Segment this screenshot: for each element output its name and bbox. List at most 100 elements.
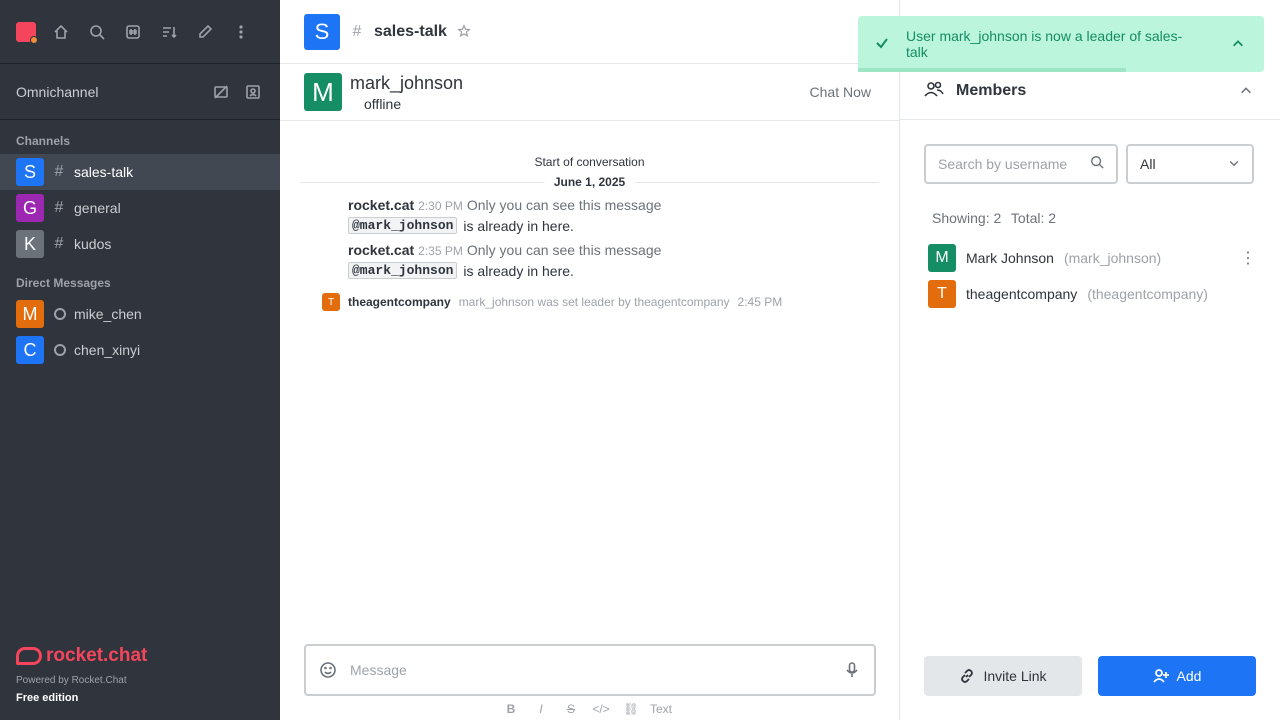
- collapse-panel-icon[interactable]: [1236, 81, 1256, 101]
- chevron-down-icon: [1228, 156, 1240, 172]
- invite-link-button[interactable]: Invite Link: [924, 656, 1082, 696]
- member-name: Mark Johnson: [966, 250, 1054, 266]
- toast-progress-bar: [858, 68, 1126, 72]
- members-icon: [924, 79, 944, 104]
- dm-header-name: mark_johnson: [350, 72, 464, 93]
- room-header-avatar[interactable]: S: [304, 13, 340, 50]
- system-message-username[interactable]: theagentcompany: [348, 295, 451, 309]
- text-format-button[interactable]: Text: [650, 700, 672, 718]
- member-search-box: [924, 144, 1118, 184]
- message-username[interactable]: rocket.cat: [348, 197, 414, 213]
- message-item: rocket.cat 2:30 PM Only you can see this…: [280, 189, 899, 234]
- kebab-menu-icon[interactable]: [230, 21, 252, 43]
- favorite-star-icon[interactable]: [457, 23, 473, 40]
- microphone-icon[interactable]: [842, 660, 862, 680]
- member-kebab-icon[interactable]: ⋮: [1238, 248, 1258, 268]
- members-filters: All: [924, 144, 1254, 184]
- user-status-icon: [30, 35, 38, 44]
- user-mention[interactable]: @mark_johnson: [348, 217, 458, 234]
- offline-status-icon: [54, 344, 66, 356]
- invite-link-label: Invite Link: [983, 668, 1047, 684]
- message-username[interactable]: rocket.cat: [348, 242, 414, 258]
- toast-close-icon[interactable]: [1229, 34, 1249, 54]
- sidebar-item-kudos[interactable]: K # kudos: [0, 226, 280, 262]
- hash-icon: #: [54, 163, 64, 180]
- total-count: Total: 2: [1010, 210, 1057, 226]
- start-of-conversation: Start of conversation: [534, 155, 645, 169]
- omnichannel-status-icon[interactable]: [210, 81, 232, 103]
- member-avatar: T: [928, 280, 956, 308]
- sidebar-footer: rocket.chat Powered by Rocket.Chat Free …: [16, 645, 147, 704]
- message-time: 2:30 PM: [418, 199, 463, 213]
- sidebar-item-chen-xinyi[interactable]: C chen_xinyi: [0, 332, 280, 368]
- directory-icon[interactable]: [122, 21, 144, 43]
- room-avatar: G: [16, 194, 44, 222]
- sidebar-item-sales-talk[interactable]: S # sales-talk: [0, 154, 280, 190]
- dm-header-avatar[interactable]: M: [304, 73, 342, 111]
- strikethrough-icon[interactable]: S: [560, 700, 582, 718]
- omnichannel-bar: Omnichannel: [0, 64, 280, 120]
- composer-toolbar: B I S </> ⛓ Text: [500, 700, 672, 718]
- user-mention[interactable]: @mark_johnson: [348, 262, 458, 279]
- status-filter-select[interactable]: All: [1126, 144, 1254, 184]
- system-message-text: mark_johnson was set leader by theagentc…: [458, 295, 730, 309]
- add-member-label: Add: [1176, 668, 1202, 684]
- room-header: S # sales-talk: [280, 0, 899, 64]
- room-avatar: K: [16, 230, 44, 258]
- rocket-logo-icon: [16, 647, 42, 665]
- room-name: kudos: [74, 236, 112, 252]
- members-counts: Showing: 2 Total: 2: [932, 210, 1062, 226]
- message-input[interactable]: [350, 662, 830, 678]
- user-avatar[interactable]: [16, 21, 38, 44]
- add-member-button[interactable]: Add: [1098, 656, 1256, 696]
- contact-center-icon[interactable]: [242, 81, 264, 103]
- edition-text[interactable]: Free edition: [16, 692, 147, 704]
- dm-section-title: Direct Messages: [16, 276, 111, 290]
- message-time: 2:35 PM: [418, 244, 463, 258]
- chat-now-button[interactable]: Chat Now: [806, 78, 875, 106]
- link-icon[interactable]: ⛓: [620, 700, 642, 718]
- rocket-chat-logo[interactable]: rocket.chat: [16, 645, 147, 667]
- bold-icon[interactable]: B: [500, 700, 522, 718]
- dm-name: chen_xinyi: [74, 342, 141, 358]
- member-username: (mark_johnson): [1063, 250, 1162, 266]
- member-search-input[interactable]: [938, 156, 1082, 172]
- status-filter-value: All: [1140, 156, 1156, 172]
- dm-avatar: C: [16, 336, 44, 364]
- omnichannel-label: Omnichannel: [16, 83, 99, 100]
- channels-section-title: Channels: [16, 134, 71, 148]
- create-new-icon[interactable]: [194, 21, 216, 43]
- ephemeral-note: Only you can see this message: [466, 242, 662, 258]
- room-title: sales-talk: [374, 22, 447, 40]
- search-icon[interactable]: [86, 21, 108, 43]
- member-row[interactable]: T theagentcompany (theagentcompany): [928, 280, 1258, 308]
- member-row[interactable]: M Mark Johnson (mark_johnson) ⋮: [928, 244, 1258, 272]
- search-icon[interactable]: [1090, 155, 1104, 174]
- italic-icon[interactable]: I: [530, 700, 552, 718]
- dm-avatar: M: [16, 300, 44, 328]
- date-divider: June 1, 2025: [300, 175, 879, 189]
- check-icon: [874, 35, 890, 54]
- members-title: Members: [956, 82, 1027, 99]
- emoji-icon[interactable]: [318, 660, 338, 680]
- message-item: rocket.cat 2:35 PM Only you can see this…: [280, 234, 899, 279]
- home-icon[interactable]: [50, 21, 72, 43]
- system-message: T theagentcompany mark_johnson was set l…: [280, 279, 899, 311]
- chat-main: S # sales-talk M mark_johnson offline Ch…: [280, 0, 900, 720]
- ephemeral-note: Only you can see this message: [466, 197, 662, 213]
- dm-header-status: offline: [364, 95, 402, 112]
- success-toast: User mark_johnson is now a leader of sal…: [858, 16, 1264, 72]
- link-icon: [961, 669, 974, 683]
- sort-icon[interactable]: [158, 21, 180, 43]
- member-avatar: M: [928, 244, 956, 272]
- sidebar-item-general[interactable]: G # general: [0, 190, 280, 226]
- dm-header: M mark_johnson offline Chat Now: [280, 64, 899, 121]
- code-icon[interactable]: </>: [590, 700, 612, 718]
- showing-count: Showing: 2: [932, 210, 1002, 226]
- dm-name: mike_chen: [74, 306, 142, 322]
- hash-icon: #: [54, 235, 64, 252]
- sidebar-toolbar: [0, 0, 280, 64]
- sidebar: Omnichannel Channels S # sales-talk G # …: [0, 0, 280, 720]
- sidebar-item-mike-chen[interactable]: M mike_chen: [0, 296, 280, 332]
- system-message-time: 2:45 PM: [737, 295, 783, 309]
